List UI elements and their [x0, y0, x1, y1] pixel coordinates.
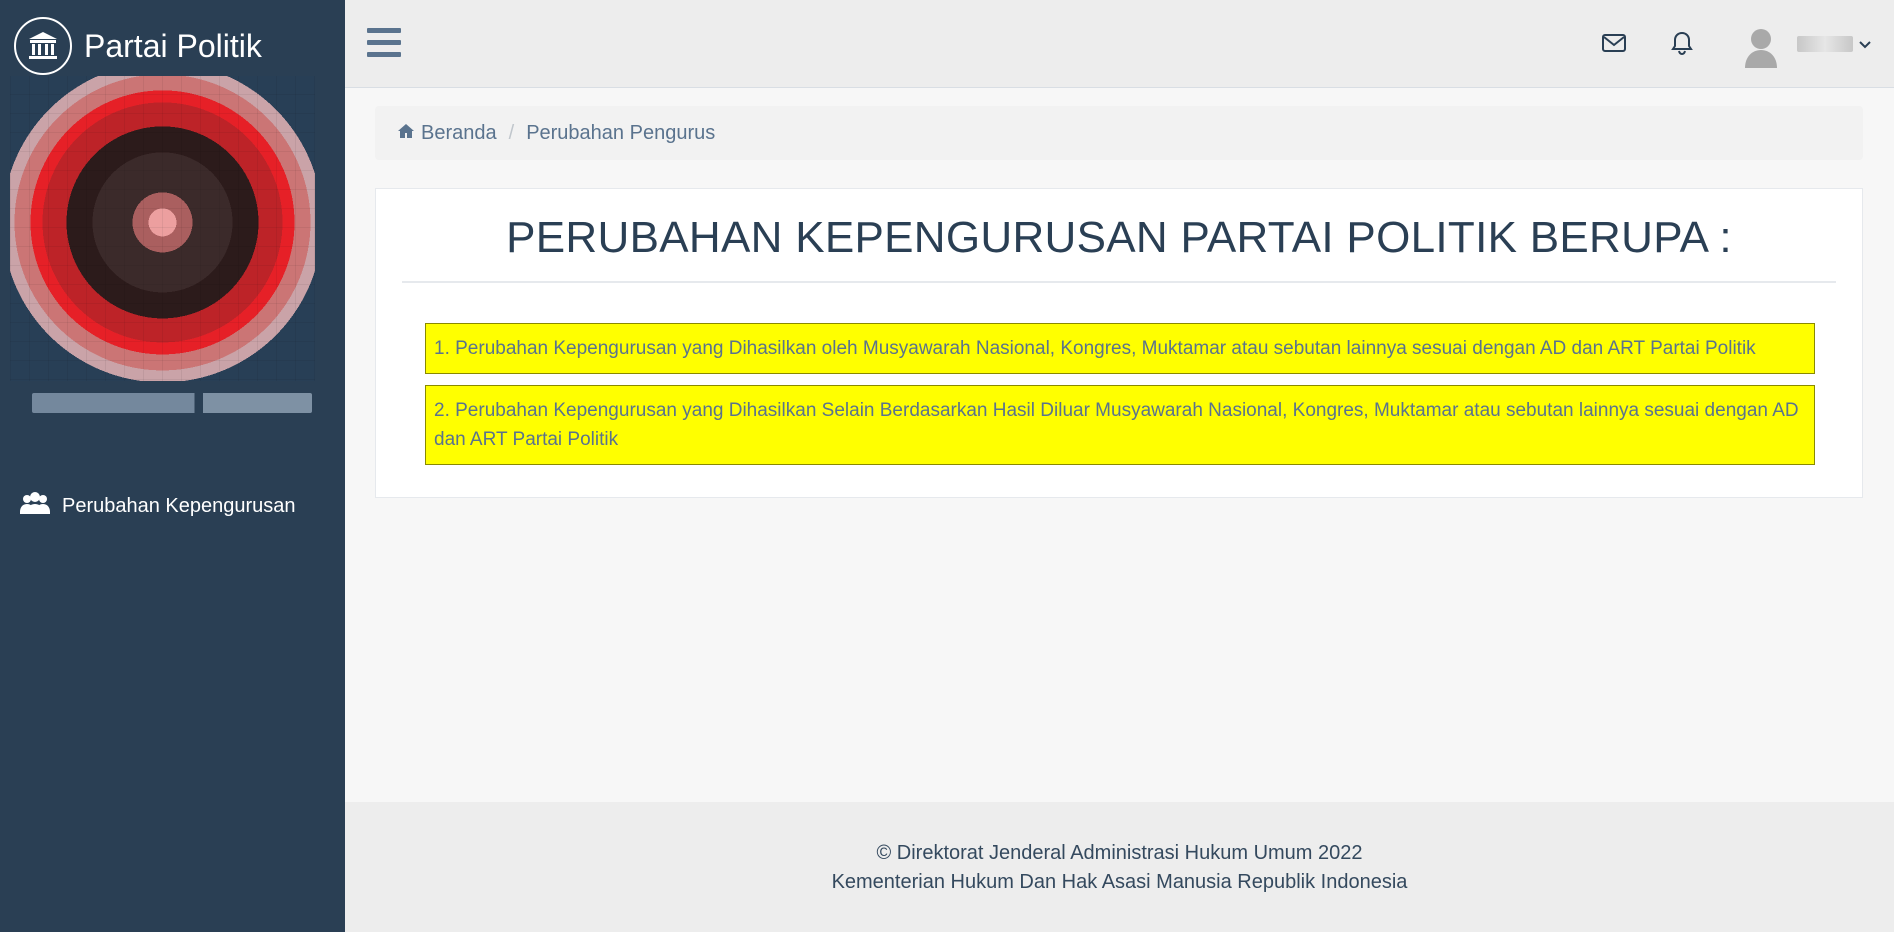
- menu-toggle-icon[interactable]: [367, 28, 401, 58]
- breadcrumb-current: Perubahan Pengurus: [526, 121, 716, 144]
- option-selain-munas[interactable]: 2. Perubahan Kepengurusan yang Dihasilka…: [425, 385, 1815, 465]
- sidebar-item-perubahan-kepengurusan[interactable]: Perubahan Kepengurusan: [20, 490, 296, 522]
- topbar: [345, 0, 1894, 88]
- sidebar: Partai Politik Perubahan Kepengurusan: [0, 0, 345, 932]
- user-name-blurred[interactable]: [1797, 36, 1853, 52]
- page-title: PERUBAHAN KEPENGURUSAN PARTAI POLITIK BE…: [506, 213, 1732, 262]
- chevron-down-icon[interactable]: [1857, 36, 1873, 52]
- user-avatar-icon[interactable]: [1739, 24, 1783, 68]
- footer-line-2: Kementerian Hukum Dan Hak Asasi Manusia …: [831, 871, 1408, 893]
- app-title: Partai Politik: [84, 27, 262, 64]
- sidebar-item-label: Perubahan Kepengurusan: [62, 494, 296, 517]
- home-icon: [397, 122, 415, 145]
- mail-icon[interactable]: [1601, 30, 1627, 56]
- breadcrumb-home-label: Beranda: [421, 121, 497, 144]
- users-icon: [20, 490, 50, 522]
- bell-icon[interactable]: [1669, 30, 1695, 56]
- footer-line-1: © Direktorat Jenderal Administrasi Hukum…: [876, 842, 1363, 864]
- party-name-blurred: [32, 393, 312, 413]
- institution-icon: [14, 17, 72, 75]
- brand[interactable]: Partai Politik: [14, 16, 262, 76]
- breadcrumb-home[interactable]: Beranda: [397, 122, 497, 145]
- option-munas-kongres[interactable]: 1. Perubahan Kepengurusan yang Dihasilka…: [425, 323, 1815, 374]
- footer: © Direktorat Jenderal Administrasi Hukum…: [345, 802, 1894, 932]
- divider: [402, 281, 1836, 283]
- content-panel: PERUBAHAN KEPENGURUSAN PARTAI POLITIK BE…: [375, 188, 1863, 498]
- party-logo: [10, 76, 315, 381]
- breadcrumb-separator: /: [508, 121, 515, 144]
- breadcrumb: Beranda / Perubahan Pengurus: [375, 106, 1863, 160]
